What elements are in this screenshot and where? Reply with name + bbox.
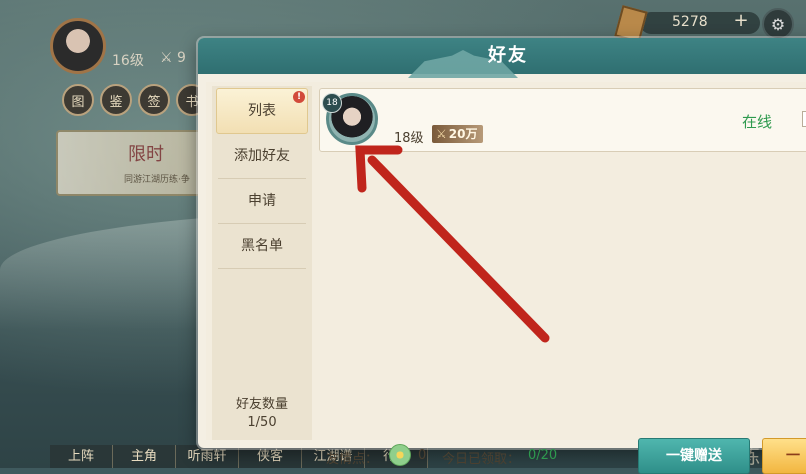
affection-label: 友情点： (326, 452, 379, 467)
friends-sidebar: 列表 ! 添加好友 申请 黑名单 好友数量 1/50 (212, 86, 312, 440)
friend-power: ⚔ 20万 (432, 125, 484, 143)
friend-select-checkbox[interactable] (802, 111, 806, 127)
received-value: 0/20 (528, 448, 558, 463)
tab-requests[interactable]: 申请 (218, 179, 306, 224)
tab-list[interactable]: 列表 ! (216, 88, 308, 134)
crossed-swords-icon: ⚔ (436, 127, 447, 141)
affection-value: 0 (418, 448, 427, 463)
dialog-body: 列表 ! 添加好友 申请 黑名单 好友数量 1/50 18 18级 ⚔ 20万 在… (206, 82, 806, 474)
friend-power-value: 20万 (448, 127, 478, 141)
add-currency-button[interactable]: + (732, 12, 750, 30)
event-subtitle: 同游江湖历练·争 (124, 175, 190, 185)
tab-add-friend[interactable]: 添加好友 (218, 134, 306, 179)
receive-all-button[interactable]: 一 (762, 438, 806, 474)
friend-list-item[interactable]: 18 18级 ⚔ 20万 在线 (319, 88, 806, 152)
dialog-title: 好友 (488, 45, 528, 66)
player-avatar[interactable] (50, 18, 106, 74)
tab-blacklist[interactable]: 黑名单 (218, 224, 306, 269)
nav-item-heroes[interactable]: 侠客 (239, 445, 302, 468)
friend-count-label: 好友数量 (235, 397, 288, 412)
menu-button[interactable]: ⚙ (762, 8, 794, 40)
event-title: 限时 (128, 144, 164, 165)
nav-item-hero[interactable]: 主角 (113, 445, 176, 468)
nav-item-pavilion[interactable]: 听雨轩 (176, 445, 239, 468)
friend-count: 好友数量 1/50 (212, 396, 312, 432)
hud-icon-map[interactable]: 图 (62, 84, 94, 116)
hud-icon-collection[interactable]: 鉴 (100, 84, 132, 116)
alert-badge-icon: ! (293, 91, 305, 103)
currency-value: 5278 (672, 14, 708, 30)
friend-count-value: 1/50 (247, 415, 277, 430)
hud-icon-row: 图 鉴 签 书 (62, 84, 208, 116)
flower-icon (389, 444, 411, 466)
player-power: ⚔ 9 (160, 50, 186, 66)
menu-icon: ⚙ (770, 14, 786, 34)
nav-item-lineup[interactable]: 上阵 (50, 445, 113, 468)
friend-avatar-level: 18 (322, 93, 342, 113)
tab-list-label: 列表 (248, 103, 276, 119)
hud-icon-signin[interactable]: 签 (138, 84, 170, 116)
event-banner[interactable]: 限时 同游江湖历练·争 (56, 130, 210, 196)
friend-level: 18级 (394, 131, 424, 146)
friend-status: 在线 (742, 113, 773, 131)
received-label: 今日已领取： (442, 452, 521, 467)
send-all-button[interactable]: 一键赠送 (638, 438, 750, 474)
player-power-value: 9 (177, 50, 186, 66)
friends-dialog: 好友 列表 ! 添加好友 申请 黑名单 好友数量 1/50 18 18级 ⚔ 20… (198, 38, 806, 474)
player-level: 16级 (112, 53, 144, 69)
